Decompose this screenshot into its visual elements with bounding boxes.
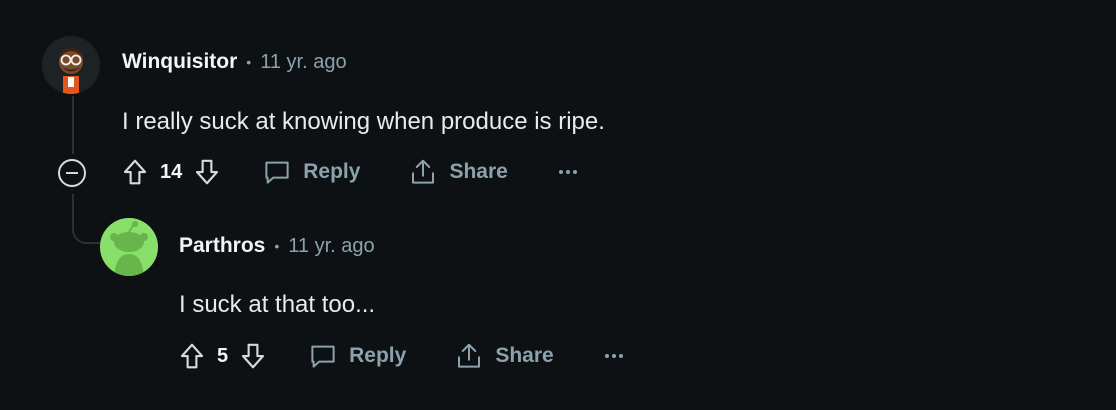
share-icon bbox=[454, 341, 484, 371]
share-button[interactable]: Share bbox=[408, 157, 508, 187]
share-icon bbox=[408, 157, 438, 187]
comment-thread: Winquisitor • 11 yr. ago I really suck a… bbox=[0, 0, 1116, 410]
comment-meta: Winquisitor • 11 yr. ago bbox=[122, 50, 347, 74]
share-label: Share bbox=[449, 160, 508, 183]
meta-separator: • bbox=[274, 238, 280, 254]
vote-group: 14 bbox=[120, 157, 222, 187]
vote-score: 14 bbox=[160, 160, 183, 183]
comment-actions: 5 Reply Share bbox=[177, 341, 624, 371]
collapse-icon[interactable] bbox=[58, 159, 86, 187]
more-icon[interactable] bbox=[558, 169, 578, 175]
vote-group: 5 bbox=[177, 341, 268, 371]
reply-button[interactable]: Reply bbox=[308, 341, 406, 371]
reply-button[interactable]: Reply bbox=[262, 157, 360, 187]
avatar-image bbox=[100, 218, 158, 276]
thread-connector bbox=[72, 212, 100, 244]
downvote-icon[interactable] bbox=[192, 157, 222, 187]
author-name[interactable]: Winquisitor bbox=[122, 50, 237, 74]
timestamp[interactable]: 11 yr. ago bbox=[260, 51, 346, 74]
author-name[interactable]: Parthros bbox=[179, 234, 265, 258]
comment-icon bbox=[308, 341, 338, 371]
more-icon[interactable] bbox=[604, 353, 624, 359]
comment-actions: 14 Reply Share bbox=[120, 157, 578, 187]
reply-label: Reply bbox=[303, 160, 361, 183]
comment-meta: Parthros • 11 yr. ago bbox=[179, 234, 375, 258]
thread-line[interactable] bbox=[72, 96, 74, 154]
comment-icon bbox=[262, 157, 292, 187]
comment-body: I really suck at knowing when produce is… bbox=[122, 108, 605, 135]
vote-score: 5 bbox=[217, 344, 229, 367]
downvote-icon[interactable] bbox=[238, 341, 268, 371]
avatar[interactable] bbox=[42, 36, 100, 94]
upvote-icon[interactable] bbox=[177, 341, 207, 371]
reply-label: Reply bbox=[349, 344, 407, 367]
avatar[interactable] bbox=[100, 218, 158, 276]
meta-separator: • bbox=[246, 54, 252, 70]
comment-body: I suck at that too... bbox=[179, 291, 376, 318]
share-button[interactable]: Share bbox=[454, 341, 554, 371]
share-label: Share bbox=[495, 344, 554, 367]
upvote-icon[interactable] bbox=[120, 157, 150, 187]
avatar-image bbox=[42, 36, 100, 94]
timestamp[interactable]: 11 yr. ago bbox=[288, 235, 374, 258]
